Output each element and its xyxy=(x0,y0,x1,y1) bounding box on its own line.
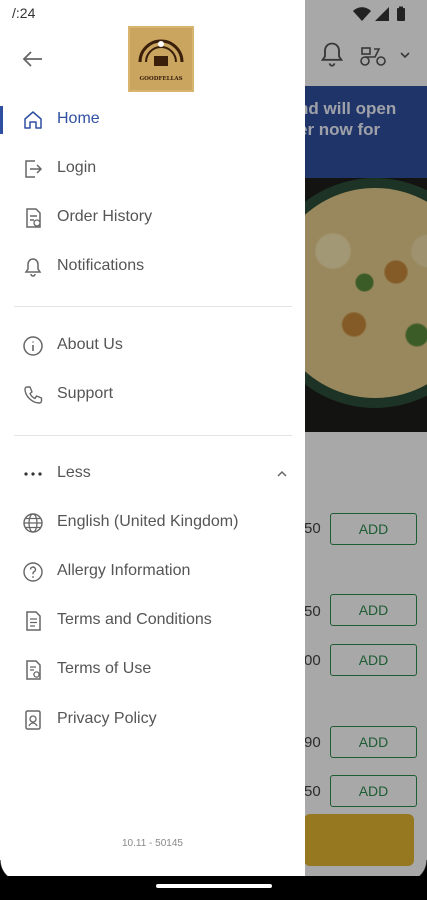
drawer-item-terms-of-use[interactable]: Terms of Use xyxy=(0,648,305,692)
info-icon xyxy=(23,336,43,356)
home-gesture-pill[interactable] xyxy=(156,884,272,888)
drawer-item-label: Support xyxy=(57,385,114,402)
drawer-item-label: English (United Kingdom) xyxy=(57,513,239,530)
drawer-item-privacy-policy[interactable]: Privacy Policy xyxy=(0,698,305,742)
divider xyxy=(14,306,292,307)
privacy-icon xyxy=(25,710,41,730)
document-icon xyxy=(26,611,41,631)
home-icon xyxy=(24,111,42,129)
back-arrow-icon[interactable] xyxy=(20,46,46,72)
bell-icon xyxy=(24,258,42,277)
drawer-item-terms-conditions[interactable]: Terms and Conditions xyxy=(0,599,305,643)
drawer-item-about-us[interactable]: About Us xyxy=(0,324,305,368)
drawer-item-label: Login xyxy=(57,159,97,176)
drawer-item-support[interactable]: Support xyxy=(0,373,305,417)
status-bar: /:24 xyxy=(0,0,427,28)
drawer-item-label: Terms and Conditions xyxy=(57,611,212,628)
drawer-item-label: Allergy Information xyxy=(57,562,191,579)
drawer-item-label: Terms of Use xyxy=(57,660,152,677)
battery-icon xyxy=(397,8,405,21)
active-indicator xyxy=(0,106,3,134)
login-icon xyxy=(25,160,43,178)
logo-text: GOODFELLAS xyxy=(139,76,183,82)
signal-icon xyxy=(375,7,389,21)
drawer-item-allergy[interactable]: Allergy Information xyxy=(0,550,305,594)
drawer-more-toggle[interactable]: Less xyxy=(0,452,305,496)
status-time: /:24 xyxy=(12,5,36,21)
navigation-drawer: GOODFELLAS Home Login Order History Noti… xyxy=(0,0,305,876)
drawer-item-label: Home xyxy=(57,110,100,127)
help-icon xyxy=(23,562,43,582)
order-history-icon xyxy=(26,208,41,228)
wifi-icon xyxy=(353,7,371,21)
drawer-item-label: Order History xyxy=(57,208,153,225)
restaurant-logo: GOODFELLAS xyxy=(128,26,194,92)
document-gear-icon xyxy=(26,660,41,680)
drawer-item-language[interactable]: English (United Kingdom) xyxy=(0,501,305,545)
chevron-up-icon xyxy=(277,470,287,477)
drawer-item-label: Notifications xyxy=(57,257,145,274)
drawer-item-home[interactable]: Home xyxy=(0,98,305,142)
drawer-item-order-history[interactable]: Order History xyxy=(0,196,305,240)
more-dots-icon xyxy=(24,472,42,476)
drawer-item-label: About Us xyxy=(57,336,123,353)
drawer-item-login[interactable]: Login xyxy=(0,147,305,191)
drawer-item-notifications[interactable]: Notifications xyxy=(0,245,305,289)
drawer-item-label: Privacy Policy xyxy=(57,710,157,727)
phone-icon xyxy=(24,386,43,404)
drawer-item-label: Less xyxy=(57,464,91,481)
app-version: 10.11 - 50145 xyxy=(122,838,183,849)
globe-icon xyxy=(23,513,43,533)
status-icons xyxy=(353,6,405,21)
divider xyxy=(14,435,292,436)
system-nav-bar xyxy=(0,876,427,900)
